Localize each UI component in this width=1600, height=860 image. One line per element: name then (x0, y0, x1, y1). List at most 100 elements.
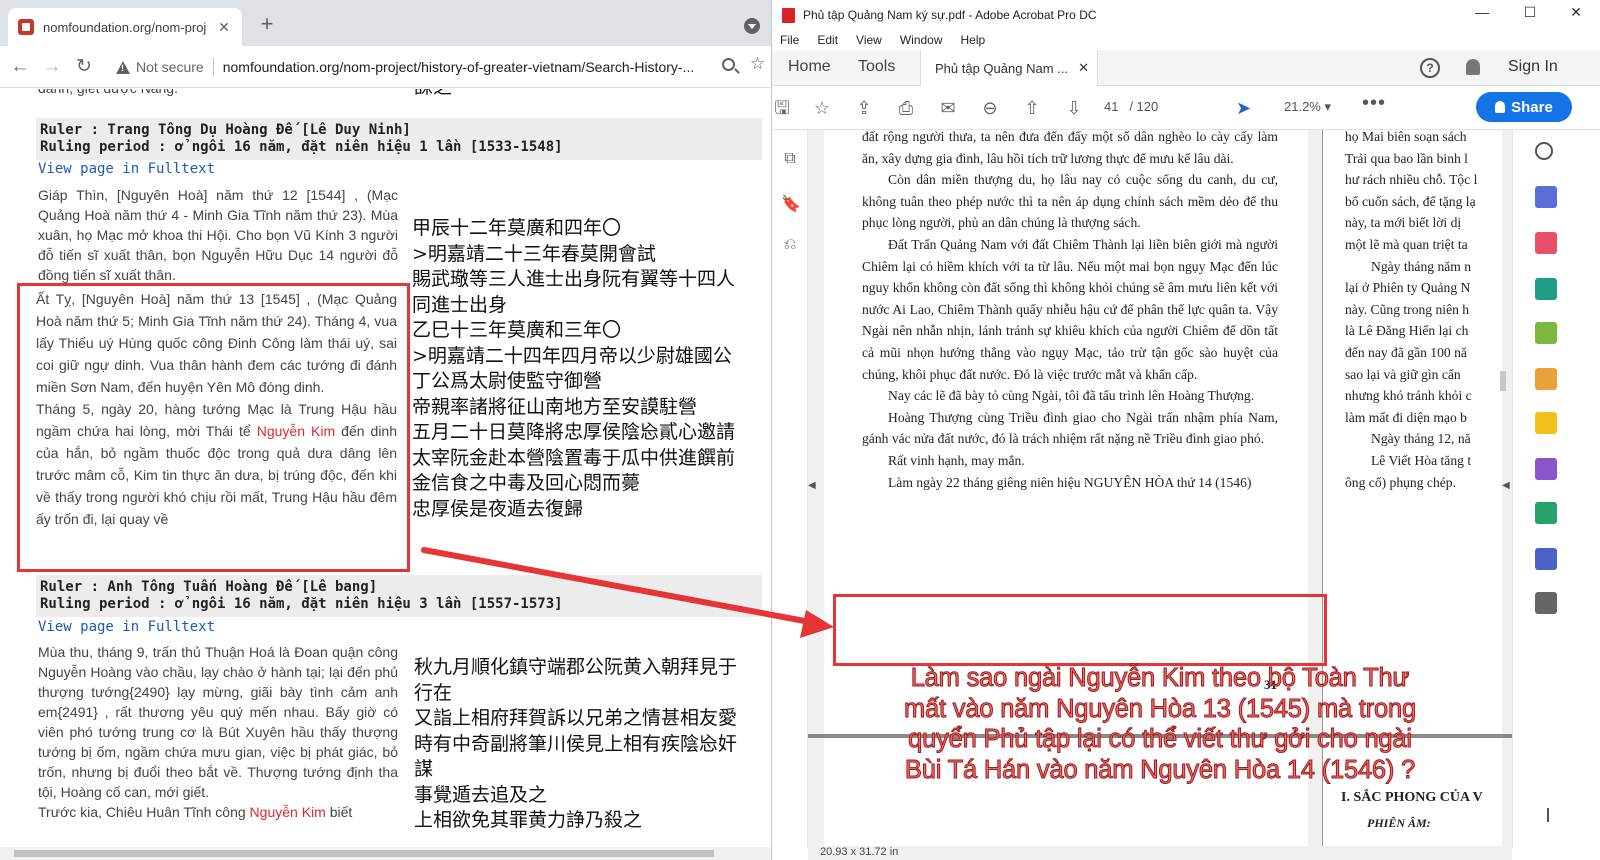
ruling-period: Ruling period : ở ngôi 16 năm, đặt niên … (40, 139, 563, 155)
menu-file[interactable]: File (780, 33, 799, 47)
zoom-out-icon[interactable]: ⊖ (980, 98, 1000, 118)
help-icon[interactable]: ? (1420, 58, 1440, 78)
cn-line: 乙巳十三年莫廣和三年〇 (412, 319, 622, 341)
pdf-line: làm mất đi diện mạo b (1345, 409, 1467, 425)
save-icon[interactable]: 🖫 (772, 98, 792, 118)
export-pdf-icon[interactable] (1535, 186, 1557, 208)
share-person-icon (1495, 101, 1506, 113)
view-fulltext-link[interactable]: View page in Fulltext (38, 161, 215, 177)
current-page[interactable]: 41 (1104, 99, 1118, 114)
pdf-line: họ Mai biên soạn sách (1345, 130, 1467, 144)
menu-help[interactable]: Help (961, 33, 986, 47)
more-tools-icon[interactable]: ••• (1362, 92, 1386, 115)
view-fulltext-link[interactable]: View page in Fulltext (38, 619, 215, 635)
organize-pages-icon[interactable] (1535, 322, 1557, 344)
print-icon[interactable]: ⎙ (896, 98, 916, 118)
page-indicator[interactable]: 41 / 120 (1104, 99, 1158, 114)
scrollbar-thumb[interactable] (1500, 371, 1506, 391)
cn-line: 帝親率諸將征山南地方至安謨駐營 (412, 395, 698, 418)
separator (212, 58, 214, 76)
document-tab[interactable]: Phủ tập Quảng Nam ... ✕ (920, 50, 1098, 86)
close-document-icon[interactable]: ✕ (1078, 60, 1089, 76)
comment-icon[interactable] (1535, 412, 1557, 434)
pdf-paragraph: Đất Trấn Quảng Nam với đất Chiêm Thành l… (862, 236, 1278, 382)
page-thumbnails-icon[interactable]: ⧉ (781, 150, 799, 168)
bookmark-star-icon[interactable]: ☆ (812, 98, 832, 118)
vertical-scrollbar[interactable] (1498, 136, 1508, 836)
email-icon[interactable]: ✉ (938, 98, 958, 118)
entry-1557-chinese: 秋九月順化鎮守端郡公阮黄入朝拜見于 行在 又詣上相府拜賀訴以兄弟之情甚相友愛 時… (414, 655, 769, 834)
document-tab-title: Phủ tập Quảng Nam ... (935, 60, 1068, 76)
pdf-paragraph: Hoàng Thượng cùng Triều đình giao cho Ng… (862, 409, 1278, 447)
sub-heading: PHIÊN ÂM: (1367, 816, 1431, 830)
zoom-level[interactable]: 21.2% ▾ (1284, 99, 1331, 115)
share-label: Share (1511, 98, 1553, 116)
page-down-icon[interactable]: ⇩ (1064, 98, 1084, 118)
share-button[interactable]: Share (1476, 92, 1572, 122)
menu-window[interactable]: Window (900, 33, 943, 47)
cn-line: 五月二十日莫降將忠厚侯陰㤀貳心邀請 (412, 421, 736, 443)
create-pdf-icon[interactable] (1535, 278, 1557, 300)
pdf-paragraph: Rất vinh hạnh, may mắn. (888, 452, 1025, 468)
ruler-header-2: Ruler : Anh Tông Tuấn Hoàng Đế [Lê bang]… (36, 575, 762, 617)
select-cursor-icon[interactable]: ➤ (1236, 98, 1251, 119)
tab-search-icon[interactable] (744, 18, 760, 34)
new-tab-icon[interactable]: + (255, 11, 279, 37)
web-page-content: danh, giết được Năng. 誅之 Ruler : Trang T… (0, 89, 771, 847)
tab-home[interactable]: Home (788, 58, 831, 76)
pdf-icon (782, 7, 795, 23)
scrollbar-thumb[interactable] (14, 850, 714, 857)
pdf-line: bổ cuốn sách, để tặng lạ (1345, 193, 1476, 209)
url-text[interactable]: nomfoundation.org/nom-project/history-of… (223, 59, 703, 75)
sign-in-link[interactable]: Sign In (1508, 58, 1558, 76)
page-size-readout: 20.93 x 31.72 in (820, 846, 899, 858)
tab-tools[interactable]: Tools (858, 58, 895, 76)
attachments-icon[interactable]: ⎌ (781, 236, 799, 254)
pdf-line: nhưng khó tránh khỏi c (1345, 388, 1472, 404)
zoom-value[interactable]: 21.2% (1284, 99, 1321, 114)
upload-cloud-icon[interactable]: ⇪ (854, 98, 874, 118)
maximize-icon[interactable]: ☐ (1520, 4, 1540, 21)
close-tab-icon[interactable]: ✕ (216, 19, 232, 36)
reload-icon[interactable]: ↻ (68, 51, 100, 83)
close-window-icon[interactable]: ✕ (1566, 4, 1586, 21)
back-icon[interactable]: ← (4, 51, 36, 83)
protect-shield-icon[interactable] (1535, 548, 1557, 570)
cn-line: 上相欲免其罪黄力諍乃殺之 (414, 809, 643, 831)
menu-edit[interactable]: Edit (817, 33, 838, 47)
fill-sign-icon[interactable] (1535, 458, 1557, 480)
more-tools-wrench-icon[interactable] (1535, 592, 1557, 614)
address-bar[interactable]: Not secure nomfoundation.org/nom-project… (110, 52, 720, 82)
page-up-icon[interactable]: ⇧ (1022, 98, 1042, 118)
search-icon[interactable] (1535, 142, 1553, 160)
menu-view[interactable]: View (856, 33, 882, 47)
left-navigation-rail: ⧉ 🔖 ⎌ (772, 130, 808, 848)
bookmark-star-icon[interactable]: ☆ (750, 54, 765, 74)
pdf-line: này, ta mới biết lời dị (1345, 215, 1462, 231)
section-heading: I. SẮC PHONG CỦA V (1341, 790, 1483, 805)
cn-line: 秋九月順化鎮守端郡公阮黄入朝拜見于 (414, 656, 738, 678)
pdf-line: Lê Viết Hòa tăng t (1371, 452, 1472, 468)
cn-line: 忠厚侯是夜遁去復歸 (412, 497, 584, 520)
bookmarks-icon[interactable]: 🔖 (781, 194, 801, 213)
edit-pdf-icon[interactable] (1535, 232, 1557, 254)
minimize-icon[interactable]: — (1472, 4, 1492, 20)
acrobat-tab-bar: Home Tools Phủ tập Quảng Nam ... ✕ ? Sig… (772, 50, 1600, 86)
nguyen-kim-name: Nguyễn Kim (249, 804, 326, 820)
pdf-line: Trải qua bao lần binh l (1345, 150, 1468, 166)
ruler-header-1: Ruler : Trang Tông Dụ Hoàng Đế [Lê Duy N… (36, 118, 762, 160)
ruler-name: Ruler : Anh Tông Tuấn Hoàng Đế [Lê bang] (40, 579, 378, 595)
entry-1545-vietnamese: Ất Tỵ, [Nguyên Hoà] năm thứ 13 [1545] , … (36, 288, 397, 530)
acrobat-status-bar: 20.93 x 31.72 in (808, 846, 1512, 860)
zoom-icon[interactable] (722, 58, 735, 71)
collapse-left-pane-icon[interactable]: ◀ (808, 480, 816, 491)
export-icon[interactable] (1535, 368, 1557, 390)
collapse-tools-icon[interactable] (1535, 808, 1549, 822)
notification-bell-icon[interactable] (1466, 59, 1480, 75)
scan-icon[interactable] (1535, 502, 1557, 524)
forward-icon[interactable]: → (36, 51, 68, 83)
browser-tab[interactable]: nomfoundation.org/nom-projec ✕ (8, 8, 242, 46)
pdf-line: này. Cũng trong niên h (1345, 301, 1470, 317)
ruling-period: Ruling period : ở ngôi 16 năm, đặt niên … (40, 596, 563, 612)
horizontal-scrollbar[interactable] (0, 847, 771, 860)
